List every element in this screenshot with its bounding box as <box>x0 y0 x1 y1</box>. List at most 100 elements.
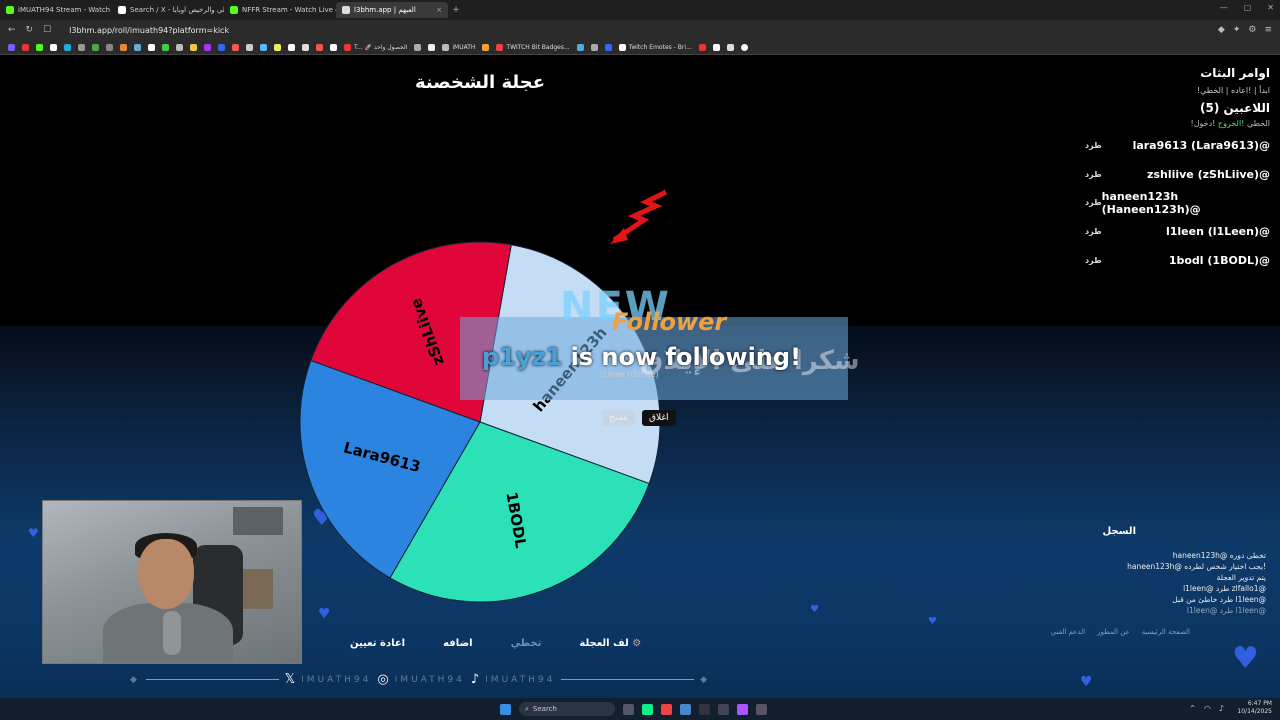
taskview-icon[interactable] <box>623 703 634 715</box>
bookmark-icon[interactable] <box>414 43 422 51</box>
taskbar-center: ⌕ Search <box>500 698 767 720</box>
spin-button[interactable]: لف العجلة ⚙ <box>579 638 641 649</box>
bookmark-item[interactable]: T... 🚀 الحصول واحد <box>344 43 407 51</box>
bookmark-icon[interactable] <box>78 43 85 51</box>
reassign-button[interactable]: اعادة تعيين <box>350 638 405 649</box>
chevron-up-icon[interactable]: ⌃ <box>1189 704 1196 713</box>
close-button[interactable]: اغلاق <box>642 410 676 426</box>
extension-icon[interactable]: ✦ <box>1233 25 1241 35</box>
steam-icon[interactable] <box>680 703 691 715</box>
bookmark-icon[interactable] <box>64 43 71 51</box>
tab-2[interactable]: Search / X - الغالي والرخيص اوبايا# × <box>112 2 224 18</box>
bookmark-icon[interactable] <box>726 43 734 51</box>
bookmark-icon[interactable] <box>590 43 598 51</box>
bookmark-item[interactable]: TWITCH Bit Badges... <box>496 43 570 51</box>
new-tab-button[interactable]: + <box>448 5 464 15</box>
bookmark-label: iMUATH <box>452 43 476 51</box>
kick-button[interactable]: طرد <box>1085 256 1102 265</box>
bookmark-icon[interactable] <box>576 43 584 51</box>
diamond-icon: ◆ <box>700 674 710 685</box>
bookmark-icon[interactable]: ☐ <box>43 25 51 35</box>
wall-frame <box>233 507 283 535</box>
add-button[interactable]: اضافه <box>443 638 472 649</box>
bookmark-icon[interactable] <box>698 43 706 51</box>
close-window-icon[interactable]: ✕ <box>1267 3 1274 12</box>
bookmark-icon[interactable] <box>740 43 748 51</box>
bookmark-item[interactable]: Twitch Emotes - Bri... <box>618 43 692 51</box>
divider <box>145 679 279 680</box>
bookmark-icon[interactable] <box>204 43 211 51</box>
menu-icon[interactable]: ≡ <box>1264 25 1272 35</box>
bookmark-icon[interactable] <box>232 43 239 51</box>
divider <box>561 679 695 680</box>
bookmark-icon[interactable] <box>8 43 15 51</box>
puzzle-icon[interactable]: ⚙ <box>1248 25 1256 35</box>
bookmark-icon[interactable] <box>176 43 183 51</box>
bookmark-icon[interactable] <box>246 43 253 51</box>
kick-button[interactable]: طرد <box>1085 227 1102 236</box>
bookmark-icon[interactable] <box>36 43 43 51</box>
footer-link[interactable]: عن المطور <box>1097 628 1130 636</box>
bookmark-icon[interactable] <box>92 43 99 51</box>
minimize-icon[interactable]: — <box>1220 3 1228 12</box>
volume-icon[interactable]: ♪ <box>1219 704 1224 713</box>
url-field[interactable]: l3bhm.app/roll/imuath94?platform=kick <box>69 26 229 35</box>
close-icon[interactable]: × <box>436 6 442 14</box>
reload-icon[interactable]: ↻ <box>26 25 34 35</box>
kick-button[interactable]: طرد <box>1085 198 1102 207</box>
brave-icon[interactable] <box>661 703 672 715</box>
player-row: طرد haneen123h (Haneen123h)@ <box>1085 188 1270 217</box>
bookmark-icon[interactable] <box>712 43 720 51</box>
bookmark-icon[interactable] <box>302 43 309 51</box>
back-icon[interactable]: ← <box>8 25 16 35</box>
footer-link[interactable]: الدعم الفني <box>1051 628 1085 636</box>
bookmark-icon[interactable] <box>288 43 295 51</box>
bookmark-icon[interactable] <box>134 43 141 51</box>
clear-button[interactable]: مسح <box>602 410 635 426</box>
bookmark-item[interactable]: iMUATH <box>442 43 476 51</box>
alert-message: p1yz1 is now following! <box>482 343 801 371</box>
page: ♥ ♥ ♥ ♥ ♥ ♥ ♥ ♥ عجلة الشخصنة haneen123h1… <box>0 56 1280 720</box>
bookmark-icon[interactable] <box>218 43 225 51</box>
shelf <box>243 569 273 609</box>
bookmark-icon[interactable] <box>482 43 490 51</box>
footer-link[interactable]: الصفحة الرئيسية <box>1142 628 1190 636</box>
bookmark-icon[interactable] <box>22 43 29 51</box>
bookmark-icon[interactable] <box>106 43 113 51</box>
bookmark-icon[interactable] <box>148 43 155 51</box>
tab-4[interactable]: l3bhm.app | العبهم × <box>336 2 448 18</box>
windows-start-icon[interactable] <box>500 703 511 715</box>
shield-icon[interactable]: ◆ <box>1218 25 1225 35</box>
bookmark-icon[interactable] <box>274 43 281 51</box>
app-icon[interactable] <box>756 703 767 715</box>
taskbar-search[interactable]: ⌕ Search <box>519 702 615 716</box>
extensions: ◆ ✦ ⚙ ≡ <box>1218 25 1280 35</box>
wifi-icon[interactable]: ◠ <box>1204 704 1211 713</box>
kick-button[interactable]: طرد <box>1085 141 1102 150</box>
bookmark-icon[interactable] <box>120 43 127 51</box>
app-icon[interactable] <box>718 703 729 715</box>
maximize-icon[interactable]: ▢ <box>1244 3 1252 12</box>
app-icon[interactable] <box>699 703 710 715</box>
social-strip: ◆ 𝕏 IMUATH94 ◎ IMUATH94 ♪ IMUATH94 ◆ <box>130 672 710 687</box>
kick-button[interactable]: طرد <box>1085 170 1102 179</box>
bookmark-label: Twitch Emotes - Bri... <box>628 43 692 51</box>
tab-3[interactable]: NFFR Stream - Watch Live on Kick × <box>224 2 336 18</box>
bookmark-icon[interactable] <box>190 43 197 51</box>
discord-icon[interactable] <box>737 703 748 715</box>
clock-time: 6:47 PM <box>1247 700 1272 707</box>
bookmark-icon[interactable] <box>50 43 57 51</box>
bookmark-icon[interactable] <box>260 43 267 51</box>
skip-button[interactable]: تخطي <box>511 638 542 649</box>
tab-1[interactable]: iMUATH94 Stream - Watch Live o × <box>0 2 112 18</box>
bookmark-icon[interactable] <box>428 43 436 51</box>
bookmark-icon[interactable] <box>162 43 169 51</box>
bookmark-icon[interactable] <box>316 43 323 51</box>
app-icon[interactable] <box>642 703 653 715</box>
bookmarks-bar: T... 🚀 الحصول واحد iMUATH TWITCH Bit Bad… <box>0 40 1280 55</box>
clock[interactable]: 6:47 PM 10/14/2025 <box>1237 700 1272 716</box>
player-name: lara9613 (Lara9613)@ <box>1132 138 1270 152</box>
bookmark-icon[interactable] <box>604 43 612 51</box>
tab-title: l3bhm.app | العبهم <box>354 6 416 14</box>
bookmark-icon[interactable] <box>330 43 337 51</box>
